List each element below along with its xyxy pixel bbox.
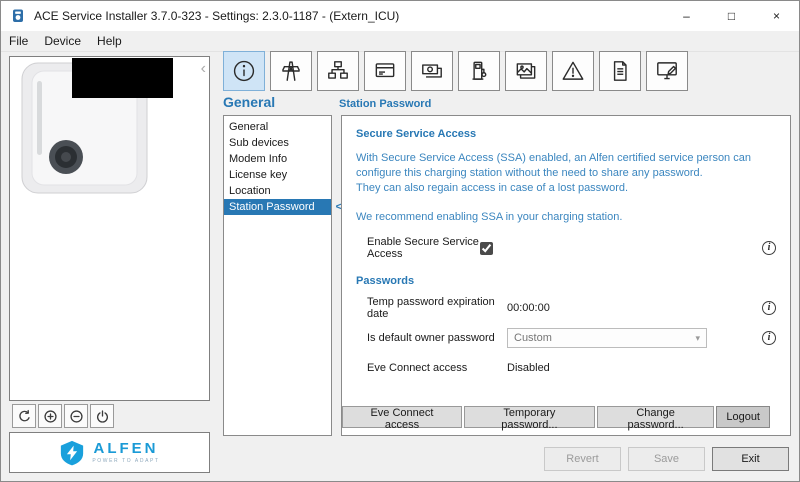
charging-station-icon bbox=[472, 61, 487, 80]
app-window: ACE Service Installer 3.7.0-323 - Settin… bbox=[0, 0, 800, 482]
toolbar-button-warnings[interactable] bbox=[552, 51, 594, 91]
owner-password-label: Is default owner password bbox=[367, 332, 495, 344]
network-devices-icon bbox=[328, 61, 348, 79]
device-photo-panel: ‹ bbox=[9, 56, 210, 401]
owner-password-row: Is default owner password Custom ▾ bbox=[356, 325, 776, 351]
toolbar-button-display-card[interactable] bbox=[364, 51, 406, 91]
refresh-button[interactable] bbox=[12, 404, 36, 428]
temp-password-row: Temp password expiration date 00:00:00 bbox=[356, 295, 776, 321]
station-password-panel: Secure Service Access With Secure Servic… bbox=[341, 115, 791, 436]
temp-password-value: 00:00:00 bbox=[507, 302, 550, 314]
power-icon bbox=[96, 409, 108, 423]
revert-button[interactable]: Revert bbox=[544, 447, 621, 471]
ssa-section-heading: Secure Service Access bbox=[356, 128, 477, 140]
enable-ssa-label: Enable Secure Service Access bbox=[367, 236, 479, 260]
ssa-description-line: With Secure Service Access (SSA) enabled… bbox=[356, 152, 751, 164]
settings-toolbar bbox=[223, 51, 688, 91]
app-icon bbox=[13, 9, 23, 22]
minimize-button[interactable]: – bbox=[664, 1, 709, 31]
title-bar: ACE Service Installer 3.7.0-323 - Settin… bbox=[1, 1, 799, 31]
owner-password-select[interactable]: Custom ▾ bbox=[507, 328, 707, 348]
pictures-icon bbox=[516, 63, 536, 79]
banknotes-icon bbox=[422, 64, 442, 78]
monitor-edit-icon bbox=[657, 62, 677, 80]
footer-actions: Revert Save Exit bbox=[544, 447, 789, 471]
toolbar-button-sub-devices[interactable] bbox=[317, 51, 359, 91]
info-icon[interactable] bbox=[762, 301, 776, 315]
alfen-shield-icon bbox=[61, 440, 84, 465]
plus-circle-icon bbox=[43, 409, 57, 423]
toolbar-button-logs[interactable] bbox=[599, 51, 641, 91]
toolbar-button-payment[interactable] bbox=[411, 51, 453, 91]
password-actions: Eve Connect access Temporary password...… bbox=[342, 406, 770, 431]
page-title: General bbox=[223, 94, 276, 110]
subnav-item-label: Station Password bbox=[229, 201, 315, 213]
power-button[interactable] bbox=[90, 404, 114, 428]
window-title: ACE Service Installer 3.7.0-323 - Settin… bbox=[34, 9, 400, 23]
charging-station-image bbox=[21, 58, 173, 194]
eve-connect-value: Disabled bbox=[507, 362, 550, 374]
eve-connect-row: Eve Connect access Disabled bbox=[356, 355, 776, 381]
ssa-description-line: configure this charging station without … bbox=[356, 167, 703, 179]
subnav-item-modem-info[interactable]: Modem Info bbox=[224, 151, 331, 167]
collapse-panel-chevron-icon[interactable]: ‹ bbox=[201, 61, 206, 77]
exit-button[interactable]: Exit bbox=[712, 447, 789, 471]
toolbar-button-remote-screen[interactable] bbox=[646, 51, 688, 91]
subnav-item-license-key[interactable]: License key bbox=[224, 167, 331, 183]
minus-circle-icon bbox=[69, 409, 83, 423]
info-icon[interactable] bbox=[762, 331, 776, 345]
temporary-password-button[interactable]: Temporary password... bbox=[463, 406, 595, 431]
redaction-box bbox=[72, 58, 173, 98]
close-button[interactable]: × bbox=[754, 1, 799, 31]
ssa-recommendation-text: We recommend enabling SSA in your chargi… bbox=[356, 211, 623, 223]
zoom-in-button[interactable] bbox=[38, 404, 62, 428]
document-icon bbox=[613, 61, 627, 81]
toolbar-button-images[interactable] bbox=[505, 51, 547, 91]
save-button[interactable]: Save bbox=[628, 447, 705, 471]
owner-password-selected-value: Custom bbox=[514, 332, 552, 344]
toolbar-button-charging-socket[interactable] bbox=[458, 51, 500, 91]
eve-connect-access-button[interactable]: Eve Connect access bbox=[342, 406, 462, 431]
passwords-section-heading: Passwords bbox=[356, 275, 415, 287]
menu-help[interactable]: Help bbox=[89, 32, 130, 50]
menu-file[interactable]: File bbox=[1, 32, 36, 50]
card-display-icon bbox=[375, 63, 395, 78]
toolbar-button-general-info[interactable] bbox=[223, 51, 265, 91]
subpage-title: Station Password bbox=[339, 98, 432, 110]
menu-bar: File Device Help bbox=[1, 31, 799, 52]
change-password-button[interactable]: Change password... bbox=[596, 406, 715, 431]
maximize-button[interactable]: □ bbox=[709, 1, 754, 31]
toolbar-button-energy-grid[interactable] bbox=[270, 51, 312, 91]
enable-ssa-checkbox[interactable] bbox=[480, 241, 493, 255]
enable-ssa-row: Enable Secure Service Access bbox=[356, 236, 776, 260]
info-icon[interactable] bbox=[762, 241, 776, 255]
logo-tagline-text: POWER TO ADAPT bbox=[92, 458, 160, 464]
eve-connect-label: Eve Connect access bbox=[367, 362, 468, 374]
chevron-down-icon: ▾ bbox=[695, 332, 700, 343]
zoom-out-button[interactable] bbox=[64, 404, 88, 428]
ssa-description-line: They can also regain access in case of a… bbox=[356, 182, 629, 194]
subnav-item-station-password[interactable]: Station Password < bbox=[224, 199, 342, 215]
logo-brand-text: ALFEN bbox=[93, 440, 159, 457]
subnav-item-location[interactable]: Location bbox=[224, 183, 331, 199]
power-pylon-icon bbox=[282, 61, 300, 81]
info-icon bbox=[233, 60, 255, 82]
refresh-icon bbox=[18, 409, 30, 421]
menu-device[interactable]: Device bbox=[36, 32, 89, 50]
subnav-item-sub-devices[interactable]: Sub devices bbox=[224, 135, 331, 151]
subnav-list: General Sub devices Modem Info License k… bbox=[223, 115, 342, 436]
warning-triangle-icon bbox=[562, 61, 584, 80]
temp-password-label: Temp password expiration date bbox=[367, 296, 495, 320]
logout-button[interactable]: Logout bbox=[716, 406, 770, 428]
alfen-logo: ALFEN POWER TO ADAPT bbox=[9, 432, 210, 473]
subnav-item-general[interactable]: General bbox=[224, 119, 331, 135]
device-controls bbox=[12, 404, 114, 428]
